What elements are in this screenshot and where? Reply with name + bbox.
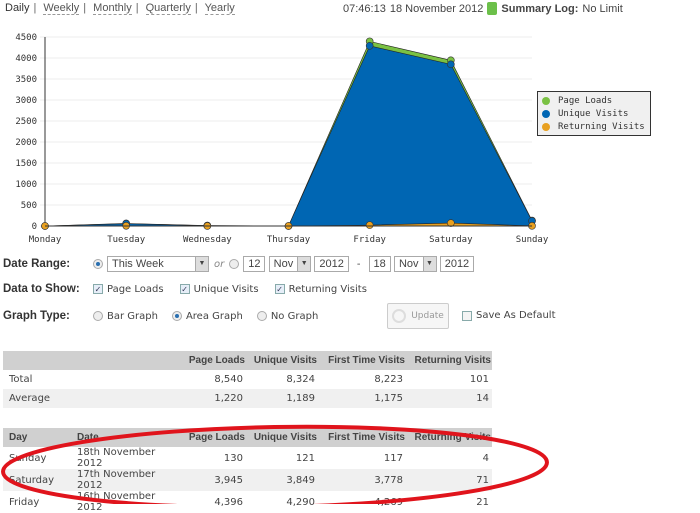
to-month-select[interactable]: Nov ▼ bbox=[393, 256, 437, 272]
status-bar: 07:46:13 18 November 2012 Summary Log: N… bbox=[343, 2, 623, 15]
status-led-icon bbox=[487, 2, 498, 15]
summary-table: Page Loads Unique Visits First Time Visits… bbox=[3, 351, 492, 408]
x-tick-label: Monday bbox=[29, 235, 62, 245]
y-tick-label: 4500 bbox=[15, 33, 37, 43]
y-tick-label: 1000 bbox=[15, 180, 37, 190]
save-default-checkbox[interactable] bbox=[462, 310, 472, 321]
legend-dot-icon bbox=[542, 109, 550, 118]
page-loads-checkbox[interactable]: ✓ bbox=[93, 284, 103, 294]
from-day-input[interactable]: 12 bbox=[243, 256, 266, 272]
legend-item: Returning Visits bbox=[542, 120, 646, 133]
summary-log-value: No Limit bbox=[582, 2, 623, 15]
period-daily[interactable]: Daily bbox=[5, 2, 29, 14]
custom-range-radio[interactable] bbox=[229, 259, 240, 269]
graph-type-row: Graph Type: Bar Graph Area Graph No Grap… bbox=[3, 310, 319, 322]
period-monthly[interactable]: Monthly bbox=[93, 2, 132, 15]
table-row: Saturday 17th November 2012 3,945 3,849 3,77… bbox=[3, 469, 492, 491]
unique-visits-checkbox[interactable]: ✓ bbox=[179, 284, 190, 294]
x-tick-label: Wednesday bbox=[183, 235, 232, 245]
y-tick-label: 3500 bbox=[15, 75, 37, 85]
refresh-icon bbox=[392, 309, 407, 323]
legend-item: Unique Visits bbox=[542, 107, 646, 120]
data-show-row: Data to Show: ✓ Page Loads ✓ Unique Visits… bbox=[3, 283, 367, 295]
data-point bbox=[447, 60, 455, 69]
table-row: Sunday 18th November 2012 130 121 117 4 bbox=[3, 447, 492, 469]
data-point bbox=[365, 42, 374, 50]
range-select[interactable]: This Week ▼ bbox=[107, 256, 209, 272]
or-text: or bbox=[214, 258, 225, 270]
to-day-input[interactable]: 18 bbox=[368, 256, 391, 272]
period-quarterly[interactable]: Quarterly bbox=[145, 2, 191, 15]
data-point bbox=[365, 221, 374, 229]
returning-visits-checkbox[interactable]: ✓ bbox=[274, 284, 285, 294]
table-row: Friday 16th November 2012 4,396 4,290 4,269 2… bbox=[3, 491, 492, 513]
summary-log-label: Summary Log: bbox=[501, 2, 579, 15]
y-tick-label: 4000 bbox=[15, 54, 37, 64]
x-tick-label: Thursday bbox=[267, 235, 311, 245]
chart-legend: Page Loads Unique Visits Returning Visit… bbox=[537, 91, 651, 136]
x-tick-label: Tuesday bbox=[107, 235, 146, 245]
y-tick-label: 2500 bbox=[15, 117, 37, 127]
table-row: Average 1,220 1,189 1,175 14 bbox=[3, 389, 492, 408]
period-yearly[interactable]: Yearly bbox=[204, 2, 235, 15]
legend-dot-icon bbox=[542, 122, 550, 131]
current-date: 18 November 2012 bbox=[389, 2, 484, 15]
x-tick-label: Saturday bbox=[429, 235, 473, 245]
table-row: Total 8,540 8,324 8,223 101 bbox=[3, 370, 492, 389]
from-year-input[interactable]: 2012 bbox=[314, 256, 349, 272]
preset-range-radio[interactable] bbox=[93, 259, 103, 269]
legend-dot-icon bbox=[542, 96, 550, 105]
date-range-row: Date Range: This Week ▼ or 12 Nov ▼ 2012 -… bbox=[3, 256, 475, 272]
data-point bbox=[447, 219, 455, 227]
range-dash: - bbox=[356, 258, 361, 270]
x-tick-label: Sunday bbox=[516, 235, 549, 245]
clock-time: 07:46:13 bbox=[343, 2, 386, 15]
y-tick-label: 0 bbox=[32, 222, 37, 232]
data-show-label: Data to Show: bbox=[3, 283, 80, 295]
bar-graph-radio[interactable] bbox=[93, 311, 103, 321]
daily-table: Day Date Page Loads Unique Visits First Time… bbox=[3, 428, 492, 513]
area-chart: 0 500 1000 1500 2000 2500 3000 3500 4000 4500 Mond… bbox=[15, 33, 549, 245]
y-tick-label: 1500 bbox=[15, 159, 37, 169]
area-graph-radio[interactable] bbox=[171, 311, 182, 321]
x-tick-label: Friday bbox=[353, 235, 386, 245]
save-default: Save As Default bbox=[462, 310, 556, 321]
update-button[interactable]: Update bbox=[387, 303, 449, 329]
no-graph-radio[interactable] bbox=[256, 311, 267, 321]
y-tick-label: 3000 bbox=[15, 96, 37, 106]
to-year-input[interactable]: 2012 bbox=[439, 256, 475, 272]
from-month-select[interactable]: Nov ▼ bbox=[268, 256, 312, 272]
period-weekly[interactable]: Weekly bbox=[43, 2, 80, 15]
period-nav: Daily | Weekly | Monthly | Quarterly | Yearl… bbox=[5, 2, 235, 15]
graph-type-label: Graph Type: bbox=[3, 310, 70, 322]
legend-item: Page Loads bbox=[542, 94, 646, 107]
y-tick-label: 2000 bbox=[15, 138, 37, 148]
area-unique-visits bbox=[44, 45, 533, 227]
y-tick-label: 500 bbox=[21, 201, 37, 211]
date-range-label: Date Range: bbox=[3, 258, 71, 270]
